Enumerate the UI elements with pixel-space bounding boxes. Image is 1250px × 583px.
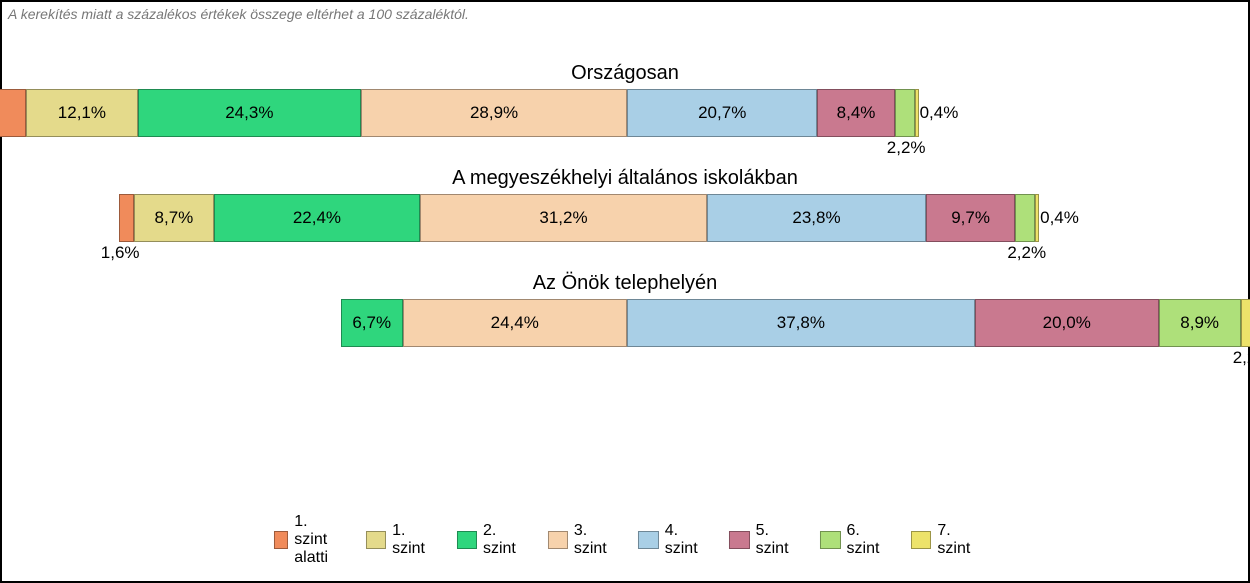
legend-label: 1. szint [392,522,431,558]
segment-label: 0,4% [1038,208,1079,228]
legend-swatch [638,531,658,549]
bar-group: Országosan 3,1% 12,1% 24,3% 28,9% 20,7% 8,4% 2,… [2,62,1248,139]
bar-segment: 37,8% [627,299,975,347]
bar-segment: 0,4% [915,89,919,137]
bar-segment: 31,2% [420,194,707,242]
segment-label: 22,4% [293,208,341,228]
legend-swatch [911,531,931,549]
legend-label: 3. szint [574,522,613,558]
legend-label: 6. szint [847,522,886,558]
legend: 1. szint alatti 1. szint 2. szint 3. szint 4… [274,513,976,567]
stacked-bar: 6,7% 24,4% 37,8% 20,0% 8,9% 2,2% [341,299,1250,347]
segment-label: 2,2% [1007,241,1046,263]
bar-segment: 6,7% [341,299,403,347]
bar-group-title: Országosan [2,62,1248,85]
bar-segment: 8,7% [134,194,214,242]
segment-label: 8,9% [1180,313,1219,333]
bar-segment: 22,4% [214,194,420,242]
bar-row: 3,1% 12,1% 24,3% 28,9% 20,7% 8,4% 2,2%0,4% [2,89,1248,139]
legend-item: 1. szint alatti [274,513,340,567]
segment-label: 8,4% [837,103,876,123]
legend-label: 5. szint [756,522,795,558]
chart-area: Országosan 3,1% 12,1% 24,3% 28,9% 20,7% 8,4% 2,… [2,62,1248,377]
segment-label: 12,1% [58,103,106,123]
bar-segment: 28,9% [361,89,627,137]
bar-segment: 24,3% [138,89,362,137]
bar-group-title: Az Önök telephelyén [2,272,1248,295]
segment-label: 1,6% [101,241,140,263]
legend-swatch [548,531,568,549]
segment-label: 6,7% [352,313,391,333]
stacked-bar: 3,1% 12,1% 24,3% 28,9% 20,7% 8,4% 2,2%0,4% [0,89,919,137]
bar-segment: 2,2% [1241,299,1250,347]
segment-label: 20,7% [698,103,746,123]
stacked-bar: 1,6% 8,7% 22,4% 31,2% 23,8% 9,7% 2,2%0,4% [119,194,1039,242]
segment-label: 8,7% [155,208,194,228]
legend-swatch [820,531,840,549]
segment-label: 24,4% [491,313,539,333]
rounding-note: A kerekítés miatt a százalékos értékek ö… [8,6,469,22]
bar-group: A megyeszékhelyi általános iskolákban 1,6… [2,167,1248,244]
bar-segment: 8,4% [817,89,894,137]
bar-row: 1,6% 8,7% 22,4% 31,2% 23,8% 9,7% 2,2%0,4% [2,194,1248,244]
legend-item: 1. szint [366,522,431,558]
chart-frame: A kerekítés miatt a százalékos értékek ö… [0,0,1250,583]
segment-label: 2,2% [887,136,926,158]
bar-segment: 12,1% [26,89,137,137]
segment-label: 2,2% [1233,346,1250,368]
legend-swatch [274,531,288,549]
legend-label: 2. szint [483,522,522,558]
bar-segment: 2,2% [1015,194,1035,242]
segment-label: 20,0% [1043,313,1091,333]
bar-segment: 2,2% [895,89,915,137]
bar-segment: 8,9% [1159,299,1241,347]
segment-label: 31,2% [539,208,587,228]
legend-item: 5. szint [729,522,794,558]
bar-segment: 0,4% [1035,194,1039,242]
bar-segment: 23,8% [707,194,926,242]
legend-item: 3. szint [548,522,613,558]
segment-label: 23,8% [792,208,840,228]
legend-label: 4. szint [665,522,704,558]
legend-swatch [729,531,749,549]
legend-item: 2. szint [457,522,522,558]
segment-label: 24,3% [225,103,273,123]
bar-group-title: A megyeszékhelyi általános iskolákban [2,167,1248,190]
bar-segment: 24,4% [403,299,627,347]
segment-label: 28,9% [470,103,518,123]
legend-item: 4. szint [638,522,703,558]
legend-swatch [366,531,386,549]
bar-segment: 20,0% [975,299,1159,347]
bar-segment: 3,1% [0,89,26,137]
bar-segment: 1,6% [119,194,134,242]
bar-group: Az Önök telephelyén 6,7% 24,4% 37,8% 20,0% 8,… [2,272,1248,349]
segment-label: 9,7% [951,208,990,228]
legend-swatch [457,531,477,549]
bar-segment: 9,7% [926,194,1015,242]
legend-item: 6. szint [820,522,885,558]
legend-label: 7. szint [937,522,976,558]
bar-segment: 20,7% [627,89,817,137]
segment-label: 0,4% [918,103,959,123]
bar-row: 6,7% 24,4% 37,8% 20,0% 8,9% 2,2% [2,299,1248,349]
segment-label: 37,8% [777,313,825,333]
legend-item: 7. szint [911,522,976,558]
legend-label: 1. szint alatti [294,513,340,567]
